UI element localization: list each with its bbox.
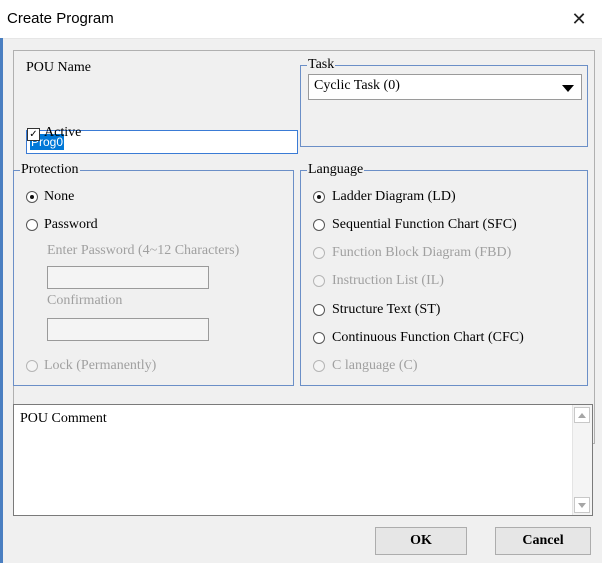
language-cfc-label: Continuous Function Chart (CFC): [332, 330, 524, 345]
radio-selected-dot: [317, 195, 321, 199]
confirmation-label: Confirmation: [47, 293, 123, 308]
task-selected-value: Cyclic Task (0): [314, 78, 400, 93]
protection-lock-radio[interactable]: [26, 360, 38, 372]
language-sfc-radio[interactable]: [313, 219, 325, 231]
language-il-label: Instruction List (IL): [332, 273, 444, 288]
pou-comment-text: POU Comment: [20, 411, 107, 426]
close-icon: ✕: [571, 8, 587, 30]
protection-password-label: Password: [44, 217, 98, 232]
language-il-radio[interactable]: [313, 275, 325, 287]
window-title: Create Program: [7, 10, 114, 27]
enter-password-field[interactable]: [47, 266, 209, 289]
scroll-down-button[interactable]: [574, 497, 590, 513]
comment-scrollbar[interactable]: [572, 405, 592, 515]
check-icon: ✓: [29, 129, 38, 140]
protection-group-title: Protection: [20, 162, 80, 178]
confirmation-field[interactable]: [47, 318, 209, 341]
protection-none-label: None: [44, 189, 75, 204]
protection-none-radio[interactable]: [26, 191, 38, 203]
scroll-up-button[interactable]: [574, 407, 590, 423]
scroll-up-icon: [578, 412, 586, 418]
language-ld-radio[interactable]: [313, 191, 325, 203]
title-bar: Create Program ✕: [0, 0, 602, 39]
language-cfc-radio[interactable]: [313, 332, 325, 344]
pou-comment-field[interactable]: POU Comment: [13, 404, 593, 516]
pou-name-label: POU Name: [26, 60, 91, 75]
language-sfc-label: Sequential Function Chart (SFC): [332, 217, 517, 232]
dialog-body: POU Name Prog0 ✓ Active Task Cyclic Task…: [7, 44, 596, 559]
language-st-label: Structure Text (ST): [332, 302, 441, 317]
language-fbd-label: Function Block Diagram (FBD): [332, 245, 512, 260]
close-button[interactable]: ✕: [556, 0, 602, 38]
scroll-down-icon: [578, 502, 586, 508]
active-label: Active: [44, 125, 82, 140]
radio-selected-dot: [30, 195, 34, 199]
language-ld-label: Ladder Diagram (LD): [332, 189, 456, 204]
language-fbd-radio[interactable]: [313, 247, 325, 259]
ok-button[interactable]: OK: [375, 527, 467, 555]
task-select[interactable]: Cyclic Task (0): [308, 74, 582, 100]
active-checkbox[interactable]: ✓: [27, 128, 40, 141]
chevron-down-icon[interactable]: [562, 85, 574, 92]
protection-lock-label: Lock (Permanently): [44, 358, 157, 373]
window-edge: [0, 38, 3, 563]
task-group-title: Task: [307, 57, 336, 73]
protection-password-radio[interactable]: [26, 219, 38, 231]
language-c-label: C language (C): [332, 358, 418, 373]
language-st-radio[interactable]: [313, 304, 325, 316]
language-c-radio[interactable]: [313, 360, 325, 372]
language-group-title: Language: [307, 162, 365, 178]
enter-password-label: Enter Password (4~12 Characters): [47, 243, 240, 258]
cancel-button[interactable]: Cancel: [495, 527, 591, 555]
